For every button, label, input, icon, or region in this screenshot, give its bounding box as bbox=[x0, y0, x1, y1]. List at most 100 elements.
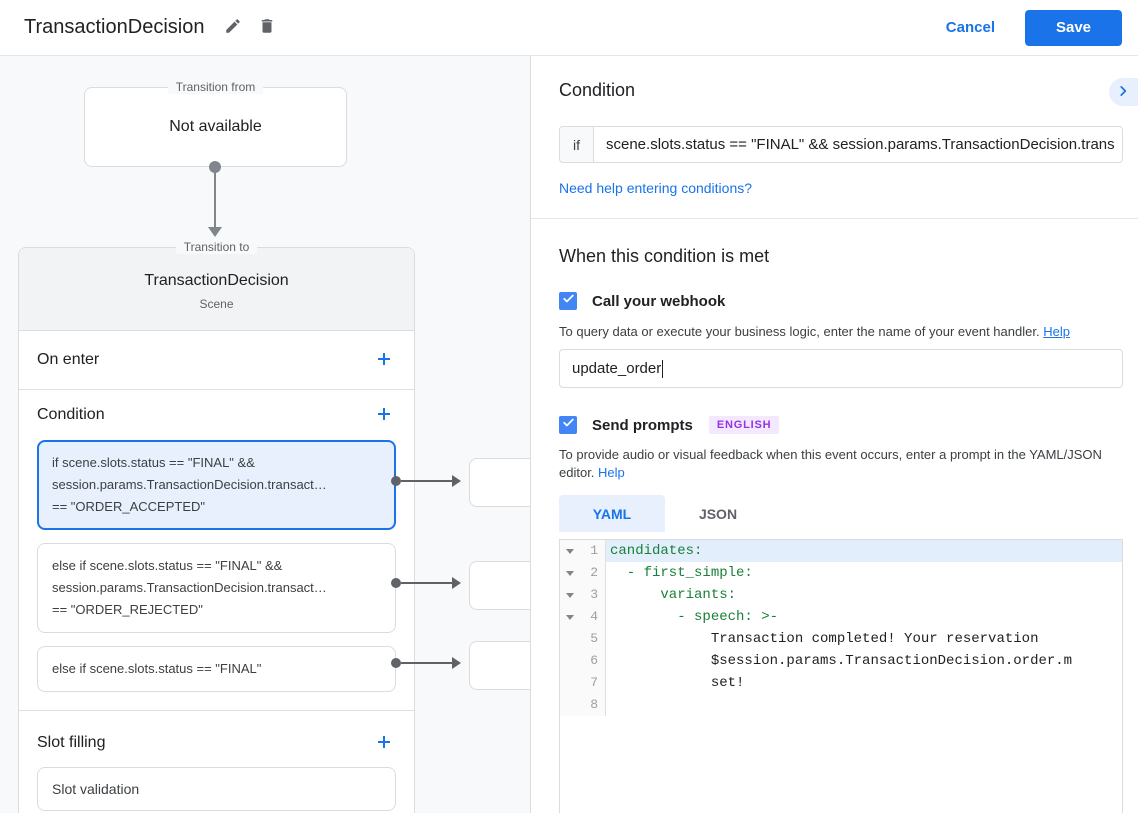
arrow-right-icon bbox=[452, 475, 461, 487]
editor-gutter: 1 bbox=[560, 540, 606, 562]
panel-title: Condition bbox=[559, 80, 636, 100]
arrow-right-icon bbox=[452, 577, 461, 589]
prompts-description-text: To provide audio or visual feedback when… bbox=[559, 447, 1102, 480]
fold-arrow-icon[interactable] bbox=[566, 548, 574, 554]
scene-name: TransactionDecision bbox=[144, 272, 289, 289]
code-text: variants: bbox=[610, 587, 737, 603]
event-handler-input[interactable]: update_order bbox=[559, 349, 1123, 388]
connector-line bbox=[401, 662, 452, 664]
condition-expression-field[interactable]: if scene.slots.status == "FINAL" && sess… bbox=[559, 126, 1123, 163]
line-number: 7 bbox=[590, 675, 598, 690]
slot-validation-card[interactable]: Slot validation bbox=[37, 767, 396, 811]
checkmark-icon bbox=[562, 292, 575, 310]
scene-type-label: Scene bbox=[199, 297, 234, 311]
arrow-down-icon bbox=[208, 227, 222, 237]
slot-filling-label: Slot filling bbox=[37, 734, 106, 751]
code-line[interactable]: 7 set! bbox=[560, 672, 1122, 694]
language-badge: ENGLISH bbox=[708, 416, 780, 434]
connector-dot bbox=[391, 476, 401, 486]
condition-card-rejected[interactable]: else if scene.slots.status == "FINAL" &&… bbox=[37, 543, 396, 633]
scene-editor: TransactionDecision Cancel Save Transiti… bbox=[0, 0, 1138, 813]
chevron-right-icon bbox=[1116, 84, 1130, 101]
tab-json[interactable]: JSON bbox=[665, 495, 771, 532]
line-number: 6 bbox=[590, 653, 598, 668]
connector-dot bbox=[391, 658, 401, 668]
editor-gutter: 3 bbox=[560, 584, 606, 606]
call-webhook-row: Call your webhook bbox=[559, 292, 725, 310]
transition-target-box[interactable] bbox=[469, 458, 530, 507]
connector-dot bbox=[391, 578, 401, 588]
code-text: candidates: bbox=[606, 540, 1122, 562]
code-line[interactable]: 3 variants: bbox=[560, 584, 1122, 606]
save-button[interactable]: Save bbox=[1025, 9, 1122, 46]
transition-target-box[interactable] bbox=[469, 561, 530, 610]
conditions-help-link[interactable]: Need help entering conditions? bbox=[559, 180, 752, 196]
when-condition-met-title: When this condition is met bbox=[559, 246, 770, 266]
on-enter-section: On enter bbox=[19, 331, 414, 390]
pencil-icon bbox=[224, 17, 242, 38]
editor-gutter: 8 bbox=[560, 694, 606, 716]
send-prompts-checkbox[interactable] bbox=[559, 416, 577, 434]
collapse-panel-button[interactable] bbox=[1109, 78, 1138, 106]
code-text: $session.params.TransactionDecision.orde… bbox=[610, 653, 1073, 669]
prompts-description: To provide audio or visual feedback when… bbox=[559, 446, 1123, 482]
condition-card-accepted[interactable]: if scene.slots.status == "FINAL" && sess… bbox=[37, 440, 396, 530]
code-line[interactable]: 4 - speech: >- bbox=[560, 606, 1122, 628]
call-webhook-checkbox[interactable] bbox=[559, 292, 577, 310]
code-line[interactable]: 5 Transaction completed! Your reservatio… bbox=[560, 628, 1122, 650]
line-number: 8 bbox=[590, 697, 598, 712]
connector-line bbox=[214, 167, 216, 228]
tab-yaml[interactable]: YAML bbox=[559, 495, 665, 532]
add-condition-button[interactable] bbox=[372, 403, 396, 427]
condition-card-final[interactable]: else if scene.slots.status == "FINAL" bbox=[37, 646, 396, 692]
webhook-description-text: To query data or execute your business l… bbox=[559, 324, 1040, 339]
add-on-enter-button[interactable] bbox=[372, 348, 396, 372]
condition-expression-value[interactable]: scene.slots.status == "FINAL" && session… bbox=[594, 127, 1122, 162]
line-number: 2 bbox=[590, 565, 598, 580]
plus-icon bbox=[376, 406, 392, 425]
condition-section-header: Condition bbox=[19, 390, 414, 440]
trash-icon bbox=[258, 17, 276, 38]
editor-gutter: 7 bbox=[560, 672, 606, 694]
editor-gutter: 2 bbox=[560, 562, 606, 584]
edit-scene-button[interactable] bbox=[216, 11, 250, 45]
code-text: - first_simple: bbox=[610, 565, 753, 581]
send-prompts-label: Send prompts bbox=[592, 416, 693, 434]
code-line[interactable]: 2 - first_simple: bbox=[560, 562, 1122, 584]
condition-cards: if scene.slots.status == "FINAL" && sess… bbox=[19, 440, 414, 711]
code-line[interactable]: 6 $session.params.TransactionDecision.or… bbox=[560, 650, 1122, 672]
transition-from-box: Transition from Not available bbox=[84, 80, 347, 167]
prompts-help-link[interactable]: Help bbox=[598, 465, 625, 480]
line-number: 3 bbox=[590, 587, 598, 602]
text-cursor bbox=[662, 359, 664, 378]
condition-label: Condition bbox=[37, 406, 105, 423]
plus-icon bbox=[376, 351, 392, 370]
if-prefix-label: if bbox=[560, 127, 594, 162]
code-line[interactable]: 8 bbox=[560, 694, 1122, 716]
send-prompts-row: Send prompts ENGLISH bbox=[559, 416, 780, 434]
fold-arrow-icon[interactable] bbox=[566, 614, 574, 620]
code-line[interactable]: 1 candidates: bbox=[560, 540, 1122, 562]
editor-gutter: 5 bbox=[560, 628, 606, 650]
page-title: TransactionDecision bbox=[24, 16, 205, 38]
call-webhook-label: Call your webhook bbox=[592, 292, 726, 310]
transition-to-card: Transition to TransactionDecision Scene … bbox=[18, 240, 415, 813]
connector-line bbox=[401, 582, 452, 584]
add-slot-button[interactable] bbox=[372, 731, 396, 755]
transition-target-box[interactable] bbox=[469, 641, 530, 690]
scene-diagram-canvas: Transition from Not available Transition… bbox=[0, 56, 530, 813]
yaml-code-editor[interactable]: 1 candidates: 2 - first_simple: 3 varian… bbox=[559, 539, 1123, 813]
webhook-help-link[interactable]: Help bbox=[1043, 324, 1070, 339]
transition-to-legend: Transition to bbox=[175, 240, 258, 254]
fold-arrow-icon[interactable] bbox=[566, 570, 574, 576]
slot-cards: Slot validation bbox=[19, 767, 414, 811]
plus-icon bbox=[376, 734, 392, 753]
line-number: 1 bbox=[590, 543, 598, 558]
transition-from-legend: Transition from bbox=[167, 80, 264, 94]
delete-scene-button[interactable] bbox=[250, 11, 284, 45]
cancel-button[interactable]: Cancel bbox=[946, 19, 995, 36]
line-number: 5 bbox=[590, 631, 598, 646]
editor-format-tabs: YAML JSON bbox=[559, 495, 771, 532]
fold-arrow-icon[interactable] bbox=[566, 592, 574, 598]
